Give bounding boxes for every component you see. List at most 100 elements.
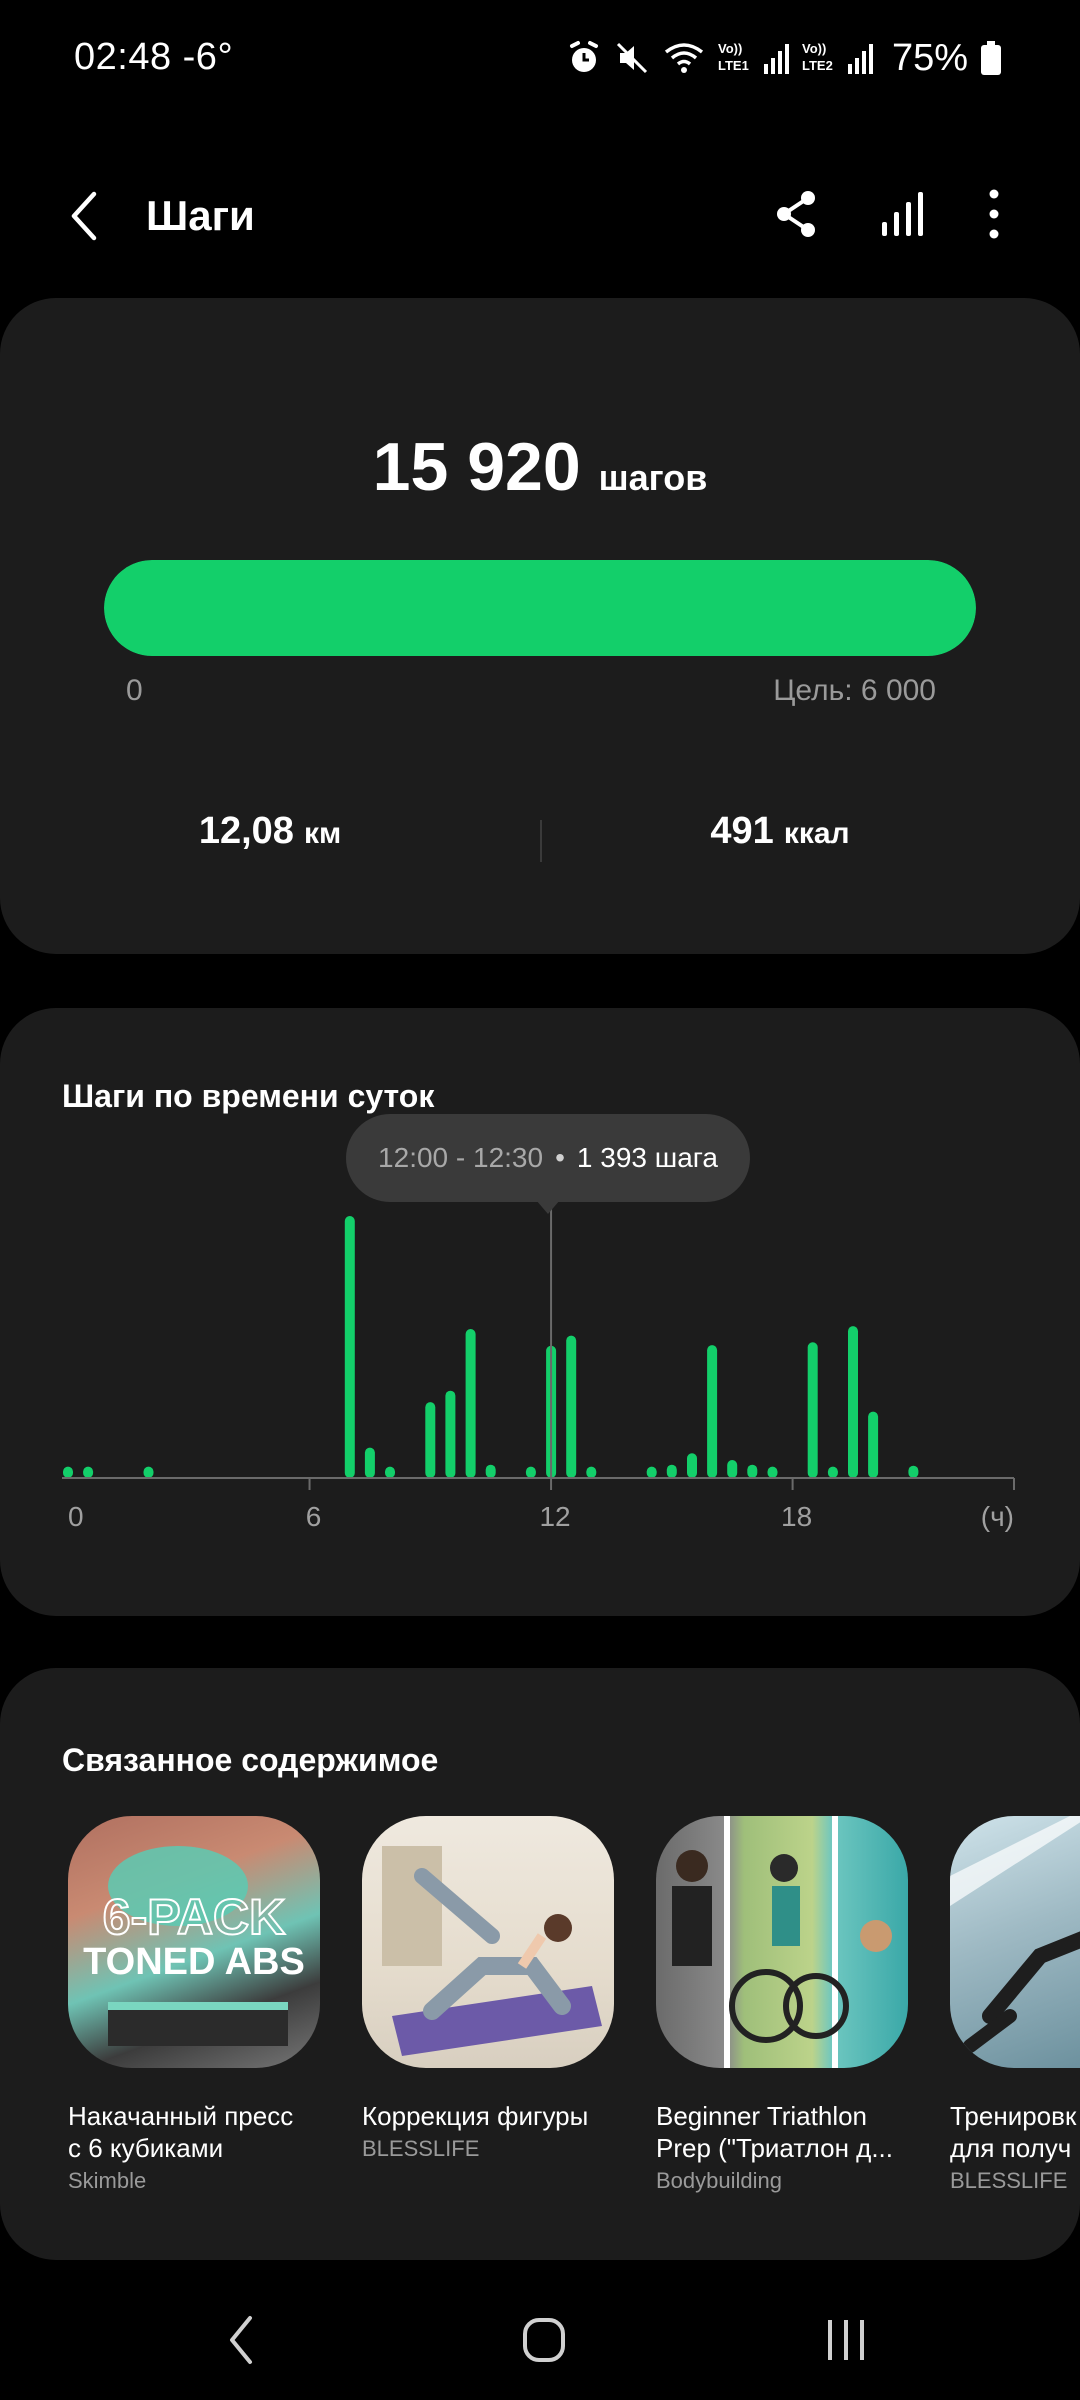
bar-chart-icon [882, 192, 923, 236]
chart-bar[interactable] [485, 1464, 496, 1478]
more-icon [989, 189, 999, 239]
tooltip-separator: • [555, 1142, 565, 1173]
related-item-source: Bodybuilding [656, 2168, 782, 2193]
svg-text:LTE1: LTE1 [718, 58, 749, 73]
back-button[interactable] [58, 184, 114, 248]
chart-bar[interactable] [143, 1466, 154, 1478]
nav-back-icon [230, 2316, 252, 2364]
x-tick-label: 18 [781, 1501, 812, 1532]
wifi-icon [664, 43, 704, 73]
related-item-title: Накачанный пресс с 6 кубиками [68, 2101, 294, 2163]
related-item-source: BLESSLIFE [950, 2168, 1068, 2193]
related-item[interactable]: Beginner Triathlon Prep ("Триатлон д... … [656, 1816, 908, 2194]
steps-total: 15 920 шагов [0, 428, 1080, 506]
battery-percent: 75% [891, 36, 968, 79]
steps-value: 15 920 [372, 429, 581, 505]
chart-bar[interactable] [63, 1466, 73, 1478]
chart-bar[interactable] [827, 1466, 838, 1478]
thumb-text-2: TONED ABS [83, 1941, 305, 1983]
x-tick-label: 12 [539, 1501, 570, 1532]
x-axis-unit: (ч) [981, 1501, 1014, 1532]
nav-back-button[interactable] [202, 2308, 282, 2372]
page-title: Шаги [146, 192, 255, 239]
chart-bar[interactable] [666, 1464, 677, 1478]
nav-recents-button[interactable] [806, 2308, 886, 2372]
nav-home-icon [523, 2318, 565, 2362]
calories-stat: 491 ккал [540, 810, 1020, 853]
chart-bar[interactable] [525, 1466, 536, 1478]
related-item[interactable]: Коррекция фигуры BLESSLIFE [362, 1816, 614, 2162]
calories-value: 491 [710, 810, 774, 852]
temperature: -6° [182, 36, 234, 78]
battery-icon [981, 41, 1001, 75]
abs-workout-image: 6-PACK TONED ABS [83, 1846, 305, 2046]
distance-unit: км [303, 817, 342, 850]
goal-label[interactable]: Цель: 6 000 [773, 674, 936, 708]
related-item-title: Коррекция фигуры [362, 2101, 589, 2131]
sim2-signal-icon: Vo)) LTE2 [802, 41, 873, 74]
chart-bar[interactable] [586, 1466, 597, 1478]
related-thumbnail: 6-PACK TONED ABS [68, 1816, 320, 2068]
trends-button[interactable] [872, 184, 932, 244]
related-item-source: BLESSLIFE [362, 2136, 480, 2161]
steps-progress-bar [104, 560, 976, 656]
status-time: 02:48 -6° [74, 36, 233, 79]
chart-bar[interactable] [707, 1345, 718, 1478]
share-button[interactable] [766, 184, 826, 244]
alarm-icon [569, 41, 598, 72]
steps-progress-fill [104, 560, 976, 656]
chart-bar[interactable] [465, 1329, 476, 1478]
steps-by-time-chart[interactable]: 0 6 12 18 (ч) [0, 1008, 1080, 1616]
tooltip-time: 12:00 - 12:30 [378, 1142, 544, 1173]
steps-by-time-card: Шаги по времени суток 0 6 12 18 (ч) 12:00 - … [0, 1008, 1080, 1616]
nav-home-button[interactable] [504, 2308, 584, 2372]
fitness-yoga-image [382, 1846, 602, 2056]
chart-bar[interactable] [908, 1465, 919, 1478]
chart-bar[interactable] [385, 1466, 395, 1478]
calories-unit: ккал [783, 817, 850, 850]
chart-bar[interactable] [848, 1326, 858, 1478]
sim1-signal-icon: Vo)) LTE1 [718, 41, 789, 74]
related-thumbnail [362, 1816, 614, 2068]
ticks-layer: 0 6 12 18 (ч) [68, 1478, 1015, 1532]
chart-bar[interactable] [727, 1460, 738, 1478]
x-tick-label: 0 [68, 1501, 84, 1532]
related-item-source: Skimble [68, 2168, 147, 2193]
chart-bar[interactable] [425, 1402, 436, 1478]
svg-text:Vo)): Vo)) [802, 41, 826, 56]
chart-bar[interactable] [868, 1411, 879, 1478]
related-title: Связанное содержимое [62, 1742, 439, 1778]
chart-tooltip: 12:00 - 12:30 • 1 393 шага [346, 1114, 750, 1202]
more-options-button[interactable] [964, 184, 1024, 244]
chart-bar[interactable] [364, 1447, 375, 1478]
x-tick-label: 6 [306, 1501, 322, 1532]
related-content-card: Связанное содержимое 6-PACK TONED ABS На… [0, 1668, 1080, 2260]
related-item[interactable]: 6-PACK TONED ABS Накачанный пресс с 6 ку… [68, 1816, 320, 2194]
share-icon [777, 191, 815, 237]
related-thumbnail [950, 1816, 1080, 2068]
app-header: Шаги [0, 160, 1080, 270]
distance-stat: 12,08 км [0, 810, 540, 853]
chart-bar[interactable] [767, 1466, 778, 1478]
distance-value: 12,08 [198, 810, 294, 852]
tooltip-pointer [536, 1200, 560, 1214]
chart-bar[interactable] [747, 1464, 758, 1478]
chart-bar[interactable] [344, 1216, 355, 1478]
chart-bar[interactable] [445, 1390, 456, 1478]
chart-bar[interactable] [646, 1466, 657, 1478]
triathlon-image [672, 1816, 892, 2068]
chart-bar[interactable] [83, 1466, 94, 1478]
chart-bar[interactable] [807, 1342, 818, 1478]
status-bar: 02:48 -6° Vo)) LTE1 Vo)) LTE2 75% [0, 0, 1080, 120]
svg-text:Vo)): Vo)) [718, 41, 742, 56]
chart-bar[interactable] [687, 1453, 697, 1478]
chart-bar[interactable] [566, 1335, 577, 1478]
related-item-title: Beginner Triathlon Prep ("Триатлон д... [656, 2101, 894, 2163]
related-item[interactable]: Тренировк для получ BLESSLIFE [950, 1816, 1080, 2194]
tooltip-value: 1 393 шага [576, 1142, 718, 1173]
related-carousel[interactable]: 6-PACK TONED ABS Накачанный пресс с 6 ку… [0, 1816, 1080, 2236]
thumb-text-1: 6-PACK [103, 1889, 285, 1945]
steps-unit: шагов [598, 457, 708, 498]
steps-summary-card: 15 920 шагов 0 Цель: 6 000 12,08 км 491 кка… [0, 298, 1080, 954]
back-icon [71, 191, 97, 241]
